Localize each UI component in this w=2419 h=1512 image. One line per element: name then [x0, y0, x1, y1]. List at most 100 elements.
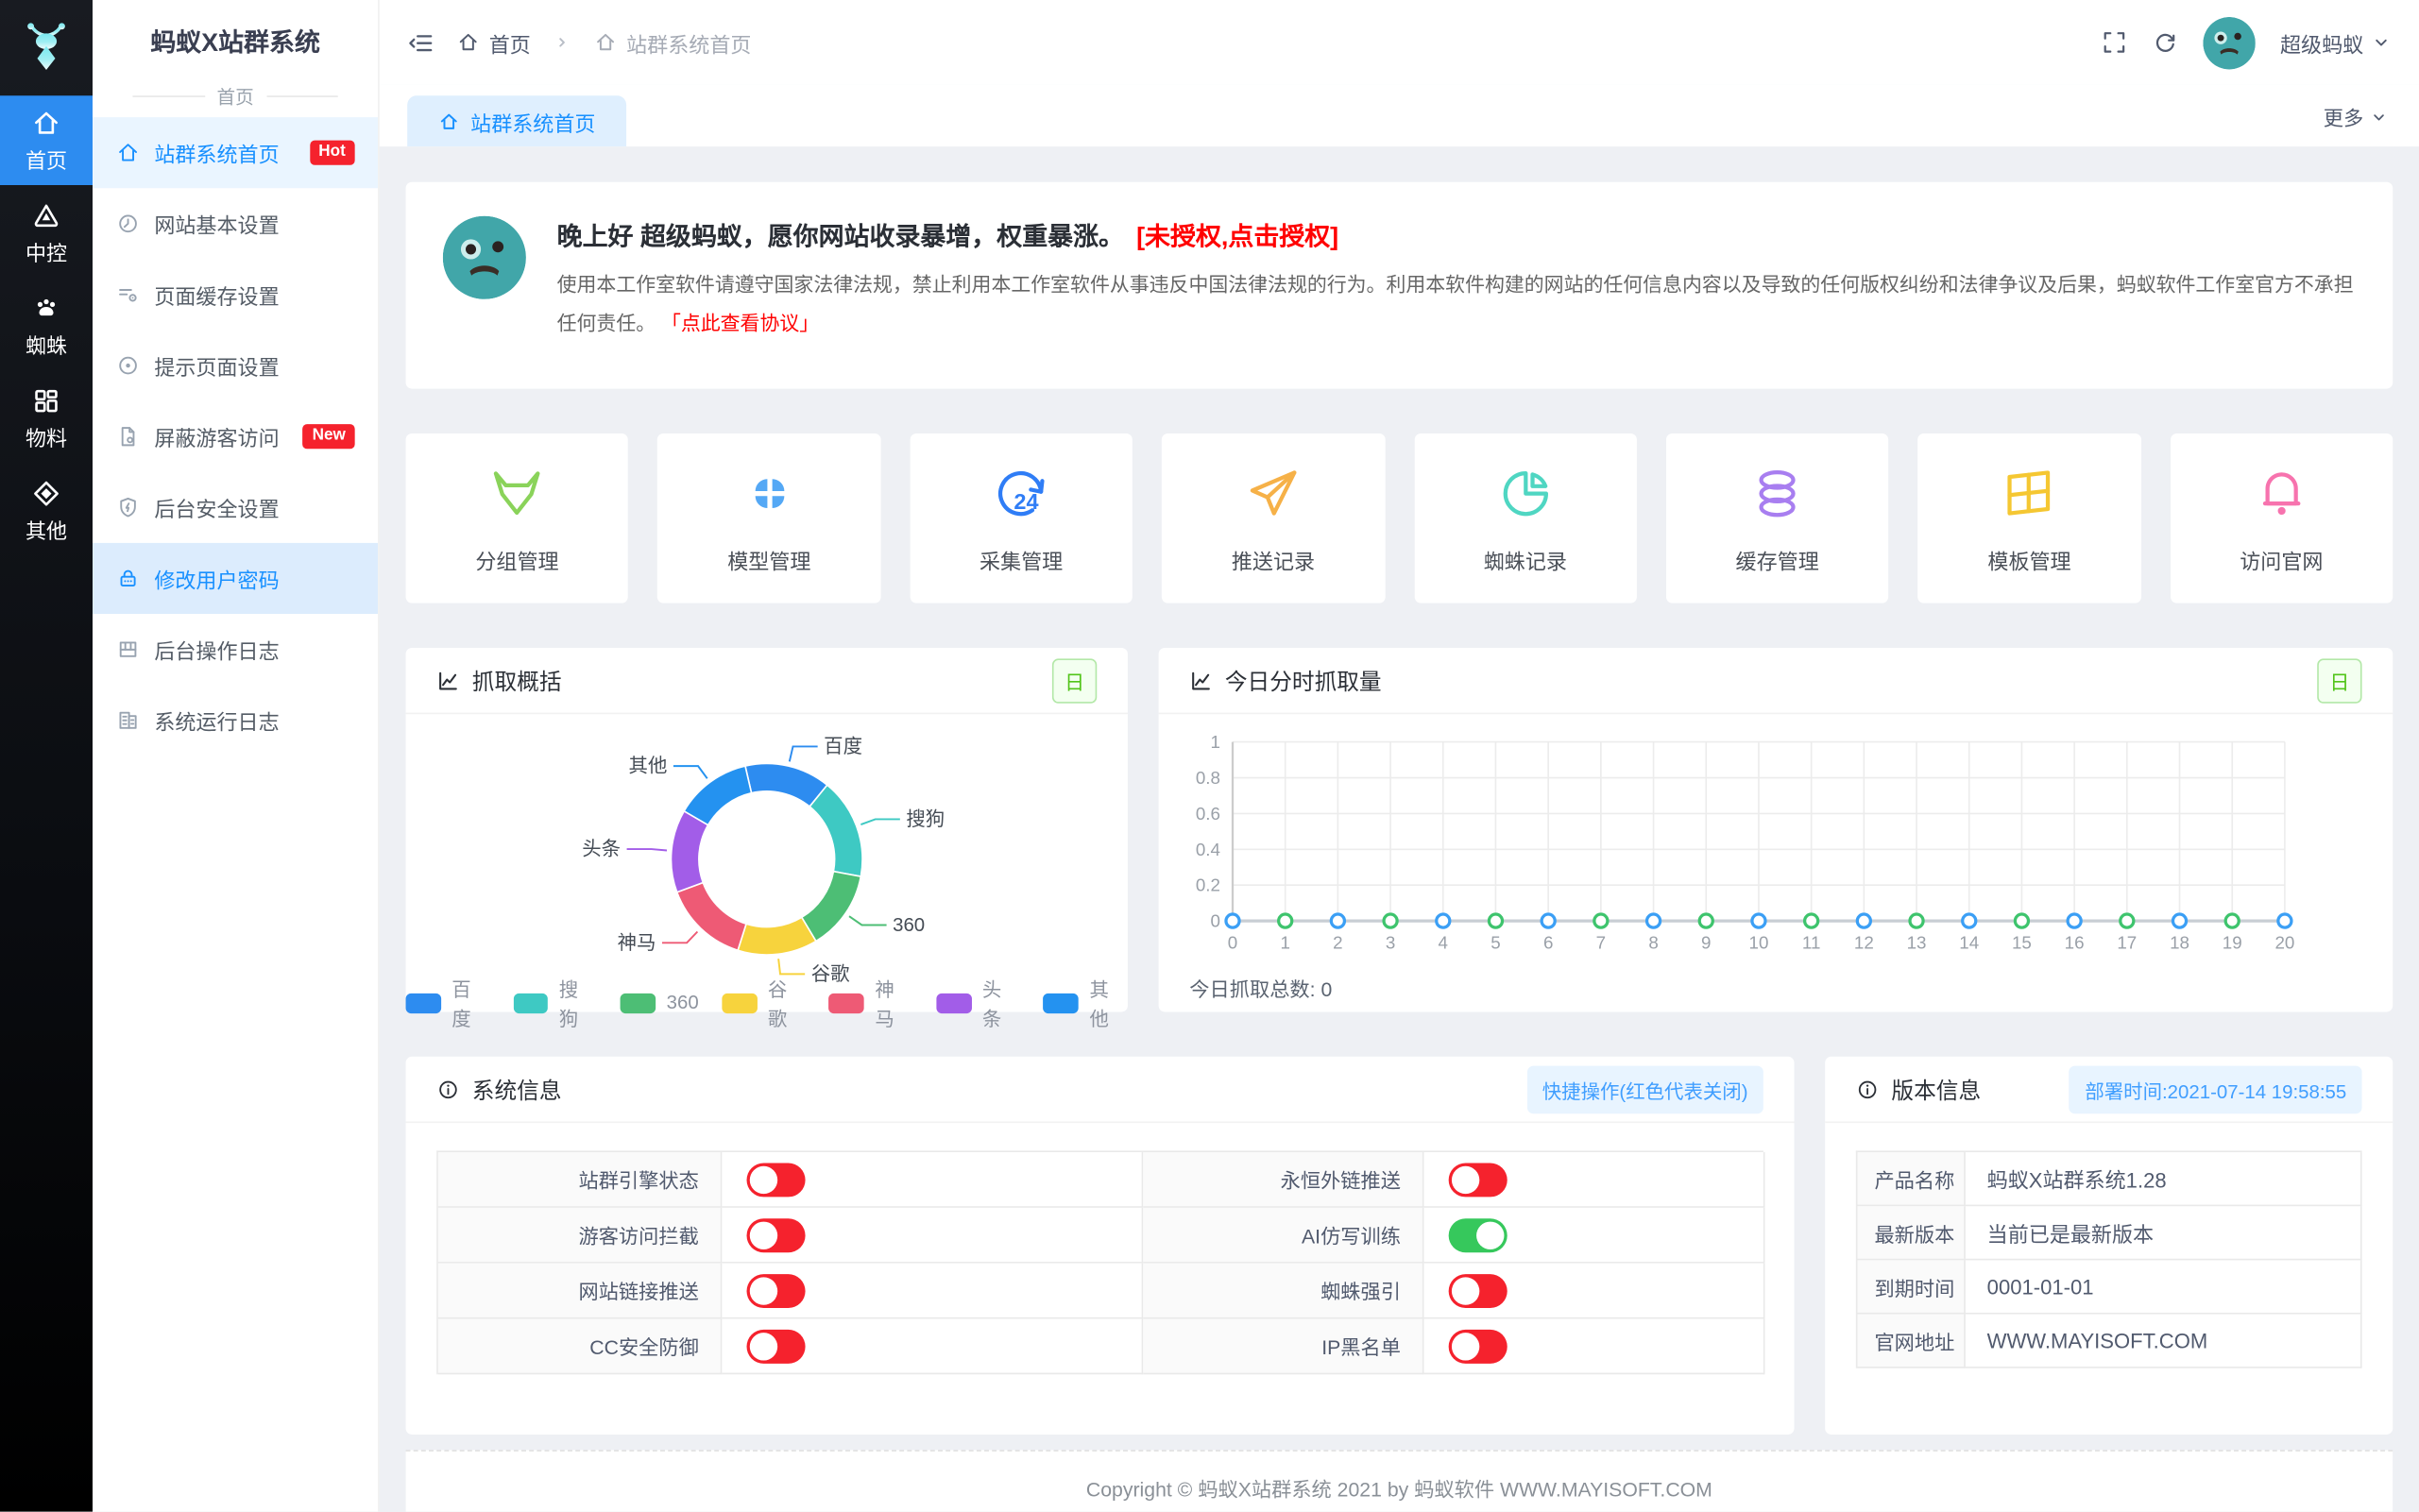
quick-link-db[interactable]: 缓存管理 [1666, 433, 1889, 603]
user-avatar[interactable] [2203, 16, 2256, 69]
rail-item-other[interactable]: 其他 [0, 466, 93, 555]
sidebar-group-label: 首页 [93, 80, 378, 111]
version-row-value: WWW.MAYISOFT.COM [1966, 1315, 2362, 1368]
period-day-button[interactable]: 日 [2317, 658, 2361, 703]
quick-link-send[interactable]: 推送记录 [1162, 433, 1385, 603]
sidebar-item-lock[interactable]: 修改用户密码 [93, 543, 378, 614]
svg-text:1: 1 [1280, 932, 1289, 952]
toggle-CC安全防御[interactable] [747, 1329, 806, 1363]
oplog-icon [115, 637, 140, 662]
chevron-down-icon [2371, 32, 2391, 52]
sidebar-item-file[interactable]: 屏蔽游客访问 New [93, 401, 378, 472]
sidebar-item-shield[interactable]: 后台安全设置 [93, 472, 378, 543]
quick-link-window[interactable]: 模板管理 [1918, 433, 2141, 603]
toggle-蜘蛛强引[interactable] [1449, 1273, 1508, 1307]
svg-text:18: 18 [2170, 932, 2189, 952]
legend-item-360[interactable]: 360 [621, 992, 699, 1013]
line-chart-icon [1189, 669, 1212, 691]
sidebar-item-hint[interactable]: 提示页面设置 [93, 331, 378, 401]
refresh-icon[interactable] [2152, 29, 2178, 56]
data-point [1805, 914, 1818, 927]
toggle-游客访问拦截[interactable] [747, 1217, 806, 1251]
home-icon [594, 31, 617, 54]
sidebar-item-oplog[interactable]: 后台操作日志 [93, 614, 378, 685]
legend-item-其他[interactable]: 其他 [1044, 974, 1128, 1032]
other-icon [31, 478, 62, 509]
legend-item-谷歌[interactable]: 谷歌 [722, 974, 806, 1032]
donut-slice-其他[interactable] [684, 766, 751, 825]
legend-item-百度[interactable]: 百度 [406, 974, 490, 1032]
quick-link-bell[interactable]: 访问官网 [2170, 433, 2393, 603]
period-day-button[interactable]: 日 [1052, 658, 1097, 703]
sidebar-item-cache[interactable]: 页面缓存设置 [93, 259, 378, 330]
monocle-face-avatar [2203, 16, 2256, 69]
toggle-label: 网站链接推送 [438, 1264, 723, 1319]
breadcrumb-home[interactable]: 首页 [456, 27, 530, 59]
brand-logo[interactable] [0, 0, 93, 95]
bell-icon [2251, 462, 2312, 523]
user-avatar-large [443, 216, 526, 299]
sidebar-item-home[interactable]: 站群系统首页 Hot [93, 117, 378, 188]
user-menu[interactable]: 超级蚂蚁 [2280, 27, 2392, 59]
donut-label-百度: 百度 [824, 736, 862, 757]
pie-icon [1494, 462, 1556, 523]
tab-site-home[interactable]: 站群系统首页 [407, 95, 626, 146]
info-icon [1856, 1078, 1879, 1100]
quick-actions-badge[interactable]: 快捷操作(红色代表关闭) [1526, 1065, 1763, 1113]
quick-link-pie[interactable]: 蜘蛛记录 [1414, 433, 1637, 603]
version-info-card: 版本信息 部署时间:2021-07-14 19:58:55 产品名称 蚂蚁X站群… [1825, 1057, 2393, 1435]
fullscreen-icon[interactable] [2102, 29, 2128, 56]
rail-item-material[interactable]: 物料 [0, 373, 93, 463]
donut-slice-谷歌[interactable] [738, 917, 816, 955]
rail-item-control[interactable]: 中控 [0, 188, 93, 278]
donut-slice-搜狗[interactable] [809, 785, 862, 876]
collapse-sidebar-icon[interactable] [407, 28, 434, 56]
toggle-cell [722, 1264, 1143, 1319]
quick-link-clover[interactable]: 模型管理 [657, 433, 880, 603]
rail-item-home[interactable]: 首页 [0, 95, 93, 185]
svg-text:14: 14 [1959, 932, 1979, 952]
quick-link-fox[interactable]: 分组管理 [406, 433, 629, 603]
donut-slice-神马[interactable] [677, 883, 746, 951]
legend-item-头条[interactable]: 头条 [936, 974, 1020, 1032]
donut-slice-头条[interactable] [671, 811, 707, 892]
toggle-网站链接推送[interactable] [747, 1273, 806, 1307]
window-icon [1999, 462, 2060, 523]
svg-text:5: 5 [1491, 932, 1500, 952]
data-point [1331, 914, 1344, 927]
primary-rail: 首页 中控 蜘蛛 物料 其他 [0, 0, 93, 1512]
svg-text:0: 0 [1210, 911, 1219, 931]
welcome-card: 晚上好 超级蚂蚁，愿你网站收录暴增，权重暴涨。[未授权,点击授权] 使用本工作室… [406, 182, 2393, 389]
version-row-value: 蚂蚁X站群系统1.28 [1966, 1152, 2362, 1206]
svg-text:16: 16 [2065, 932, 2085, 952]
sidebar-item-ban[interactable]: 网站基本设置 [93, 188, 378, 259]
agreement-link[interactable]: 「点此查看协议」 [661, 312, 819, 334]
quick-link-h24[interactable]: 24 采集管理 [910, 433, 1133, 603]
page-content: 晚上好 超级蚂蚁，愿你网站收录暴增，权重暴涨。[未授权,点击授权] 使用本工作室… [380, 146, 2419, 1511]
breadcrumb-current[interactable]: 站群系统首页 [594, 27, 752, 59]
data-point [2068, 914, 2081, 927]
welcome-disclaimer: 使用本工作室软件请遵守国家法律法规，禁止利用本工作室软件从事违反中国法律法规的行… [557, 267, 2356, 345]
charts-row: 抓取概括 日 百度搜狗360谷歌神马头条其他 百度 搜狗 360 谷歌 [406, 648, 2393, 1011]
deploy-time-badge: 部署时间:2021-07-14 19:58:55 [2070, 1065, 2362, 1113]
version-row-label: 最新版本 [1857, 1206, 1965, 1260]
toggle-AI仿写训练[interactable] [1449, 1217, 1508, 1251]
toggle-cell [722, 1318, 1143, 1374]
data-point [2278, 914, 2291, 927]
file-icon [115, 424, 140, 449]
data-point [1910, 914, 1923, 927]
data-point [1647, 914, 1661, 927]
toggle-站群引擎状态[interactable] [747, 1163, 806, 1197]
sidebar-item-runlog[interactable]: 系统运行日志 [93, 685, 378, 756]
toggle-IP黑名单[interactable] [1449, 1329, 1508, 1363]
legend-item-搜狗[interactable]: 搜狗 [513, 974, 597, 1032]
toggle-永恒外链推送[interactable] [1449, 1163, 1508, 1197]
shield-icon [115, 495, 140, 519]
svg-text:0.6: 0.6 [1196, 804, 1220, 824]
chevron-down-icon [2370, 108, 2389, 127]
legend-item-神马[interactable]: 神马 [829, 974, 913, 1032]
unauthorized-link[interactable]: [未授权,点击授权] [1136, 224, 1338, 251]
tabs-more-button[interactable]: 更多 [2324, 102, 2389, 131]
rail-item-spider[interactable]: 蜘蛛 [0, 280, 93, 370]
svg-text:10: 10 [1749, 932, 1769, 952]
